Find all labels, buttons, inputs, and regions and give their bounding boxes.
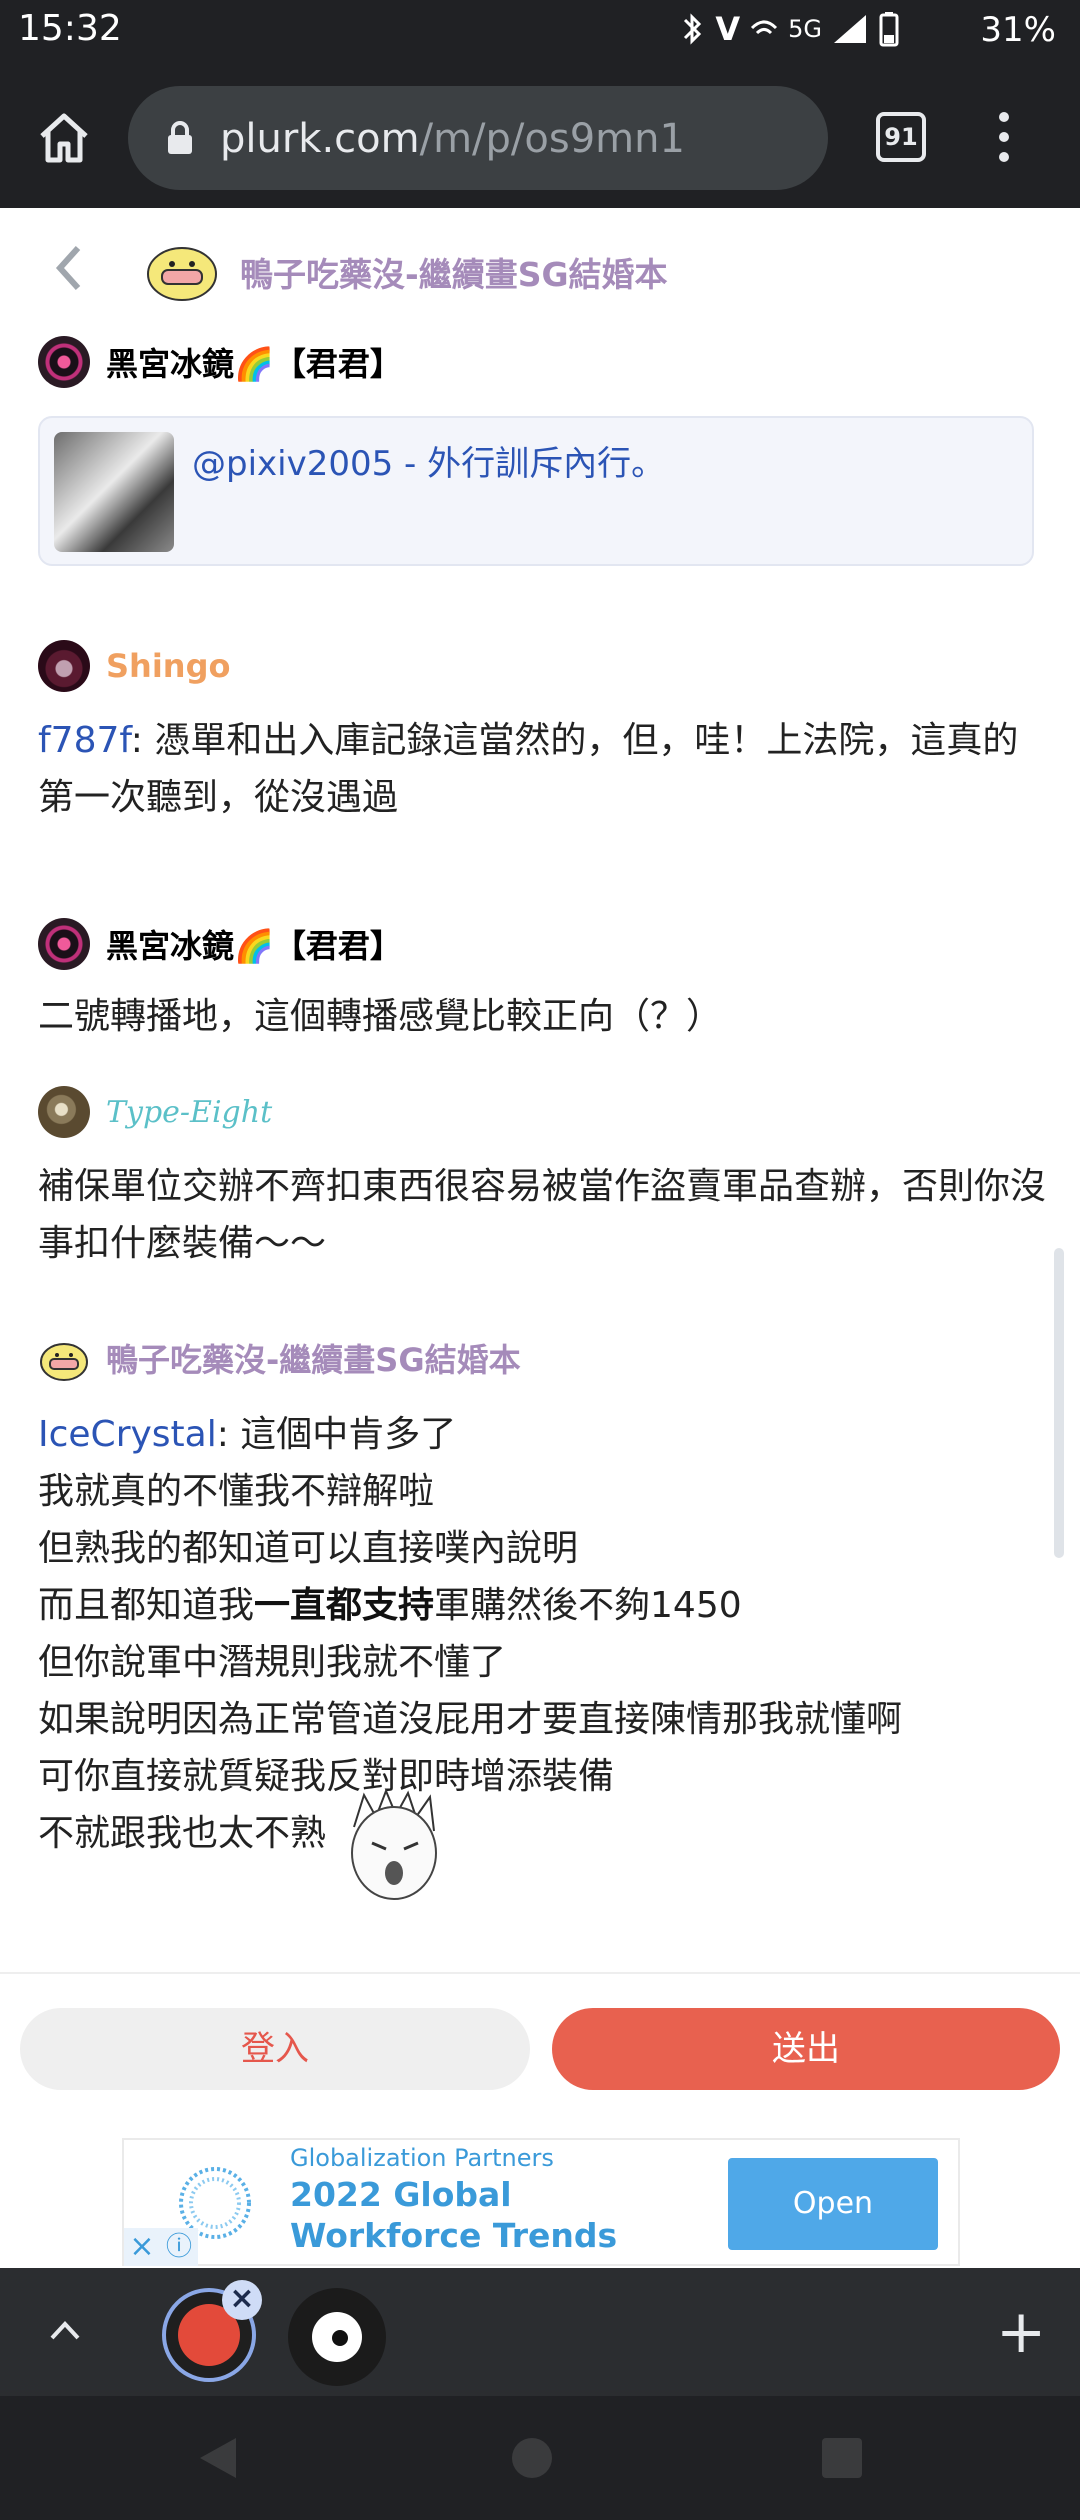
action-bar: 登入 送出 bbox=[0, 1972, 1080, 2092]
response-text: IceCrystal: 這個中肯多了 我就真的不懂我不辯解啦 但熟我的都知道可以… bbox=[38, 1406, 1048, 1905]
plurk-header: 鴨子吃藥沒-繼續畫SG結婚本 bbox=[0, 208, 1080, 328]
response-item: 黑宮冰鏡🌈【君君】 bbox=[38, 334, 402, 390]
text-line: IceCrystal: 這個中肯多了 bbox=[38, 1414, 457, 1455]
response-header: Shingo bbox=[38, 638, 1048, 694]
home-button[interactable] bbox=[34, 108, 94, 168]
text-line: 而且都知道我一直都支持軍購然後不夠1450 bbox=[38, 1585, 742, 1626]
status-time: 15:32 bbox=[18, 8, 122, 49]
mention-link[interactable]: f787f bbox=[38, 720, 131, 761]
duck-avatar-icon[interactable] bbox=[38, 1332, 90, 1384]
user-name[interactable]: 黑宮冰鏡🌈【君君】 bbox=[106, 921, 402, 967]
user-name[interactable]: Type-Eight bbox=[106, 1095, 272, 1130]
ad-brand: Globalization Partners bbox=[290, 2144, 554, 2172]
ad-banner[interactable]: Globalization Partners 2022 Global Workf… bbox=[122, 2138, 960, 2266]
ad-title[interactable]: 2022 Global Workforce Trends bbox=[290, 2174, 710, 2256]
response-header: 黑宮冰鏡🌈【君君】 bbox=[38, 334, 402, 390]
quote-card[interactable]: @pixiv2005 - 外行訓斥內行。 bbox=[38, 416, 1034, 566]
text-line: 但熟我的都知道可以直接噗內說明 bbox=[38, 1528, 579, 1569]
bluetooth-icon bbox=[684, 13, 702, 45]
bubble-bar: × + bbox=[0, 2268, 1080, 2396]
emoticon-sticker-icon bbox=[351, 1788, 438, 1900]
tab-switcher-button[interactable]: 91 bbox=[876, 112, 926, 162]
response-text: 二號轉播地，這個轉播感覺比較正向（？） bbox=[38, 996, 723, 1037]
text-line: 但你說軍中潛規則我就不懂了 bbox=[38, 1642, 507, 1683]
response-item: 鴨子吃藥沒-繼續畫SG結婚本 IceCrystal: 這個中肯多了 我就真的不懂… bbox=[38, 1330, 1048, 1905]
quote-thumbnail bbox=[54, 432, 174, 552]
avatar[interactable] bbox=[38, 918, 90, 970]
duck-avatar-icon bbox=[147, 247, 217, 301]
avatar[interactable] bbox=[38, 1086, 90, 1138]
response-header: Type-Eight bbox=[38, 1084, 1048, 1140]
volte-icon: V bbox=[715, 10, 741, 48]
lock-icon bbox=[168, 121, 192, 154]
user-name[interactable]: Shingo bbox=[106, 647, 230, 685]
owner-name[interactable]: 鴨子吃藥沒-繼續畫SG結婚本 bbox=[240, 248, 668, 296]
add-icon[interactable]: + bbox=[996, 2302, 1046, 2362]
wifi-calling-icon bbox=[751, 20, 778, 35]
response-header: 黑宮冰鏡🌈【君君】 bbox=[38, 916, 1048, 972]
owner-avatar[interactable] bbox=[144, 236, 220, 302]
signal-icon bbox=[834, 15, 866, 43]
response-item: Shingo f787f: 憑單和出入庫記錄這當然的，但，哇！上法院，這真的第一… bbox=[38, 638, 1048, 826]
battery-percent: 31% bbox=[980, 10, 1056, 50]
login-button[interactable]: 登入 bbox=[20, 2008, 530, 2090]
nav-back-icon[interactable] bbox=[196, 2434, 240, 2482]
response-text: 補保單位交辦不齊扣東西很容易被當作盜賣軍品查辦，否則你沒事扣什麼裝備～～ bbox=[38, 1166, 1047, 1264]
ad-open-button[interactable]: Open bbox=[728, 2158, 938, 2250]
mention-link[interactable]: IceCrystal bbox=[38, 1414, 217, 1455]
ad-close-icon[interactable]: × bbox=[124, 2228, 160, 2266]
battery-icon bbox=[879, 12, 899, 47]
quote-text[interactable]: @pixiv2005 - 外行訓斥內行。 bbox=[192, 436, 665, 485]
nav-recents-icon[interactable] bbox=[822, 2438, 862, 2478]
response-header: 鴨子吃藥沒-繼續畫SG結婚本 bbox=[38, 1330, 1048, 1386]
text-line: 如果說明因為正常管道沒屁用才要直接陳情那我就懂啊 bbox=[38, 1699, 903, 1740]
system-nav-bar bbox=[0, 2396, 1080, 2520]
text-line: 不就跟我也太不熟 bbox=[38, 1788, 1048, 1905]
address-bar[interactable]: plurk.com/m/p/os9mn1 bbox=[128, 86, 828, 190]
avatar[interactable] bbox=[38, 640, 90, 692]
response-item: 黑宮冰鏡🌈【君君】 二號轉播地，這個轉播感覺比較正向（？） bbox=[38, 916, 1048, 1045]
nav-home-icon[interactable] bbox=[512, 2438, 552, 2478]
user-name[interactable]: 黑宮冰鏡🌈【君君】 bbox=[106, 339, 402, 385]
home-icon bbox=[40, 113, 88, 163]
chevron-left-icon bbox=[55, 245, 81, 291]
url-text: plurk.com/m/p/os9mn1 bbox=[220, 116, 685, 162]
url-host: plurk.com bbox=[220, 116, 420, 162]
browser-toolbar: plurk.com/m/p/os9mn1 91 bbox=[0, 68, 1080, 208]
avatar[interactable] bbox=[38, 336, 90, 388]
text-line: 我就真的不懂我不辯解啦 bbox=[38, 1471, 435, 1512]
response-item: Type-Eight 補保單位交辦不齊扣東西很容易被當作盜賣軍品查辦，否則你沒事… bbox=[38, 1084, 1048, 1272]
bold-text: 一直都支持 bbox=[254, 1585, 435, 1626]
chevron-up-icon[interactable] bbox=[44, 2310, 86, 2352]
status-bar: 15:32 V 5G 31% bbox=[0, 0, 1080, 68]
chat-bubble[interactable] bbox=[288, 2288, 386, 2386]
network-type: 5G bbox=[788, 15, 822, 43]
send-button[interactable]: 送出 bbox=[552, 2008, 1060, 2090]
ad-info-icon[interactable]: ⓘ bbox=[160, 2228, 198, 2266]
overflow-menu-button[interactable] bbox=[994, 112, 1014, 166]
text-line: 可你直接就質疑我反對即時增添裝備 bbox=[38, 1756, 615, 1797]
status-icons: V 5G bbox=[679, 10, 900, 48]
scrollbar[interactable] bbox=[1054, 1248, 1064, 1558]
user-name[interactable]: 鴨子吃藥沒-繼續畫SG結婚本 bbox=[106, 1335, 521, 1381]
response-text: f787f: 憑單和出入庫記錄這當然的，但，哇！上法院，這真的第一次聽到，從沒遇… bbox=[38, 720, 1019, 818]
url-path: /m/p/os9mn1 bbox=[419, 116, 685, 162]
back-button[interactable] bbox=[48, 238, 88, 298]
close-bubble-icon[interactable]: × bbox=[222, 2280, 262, 2320]
